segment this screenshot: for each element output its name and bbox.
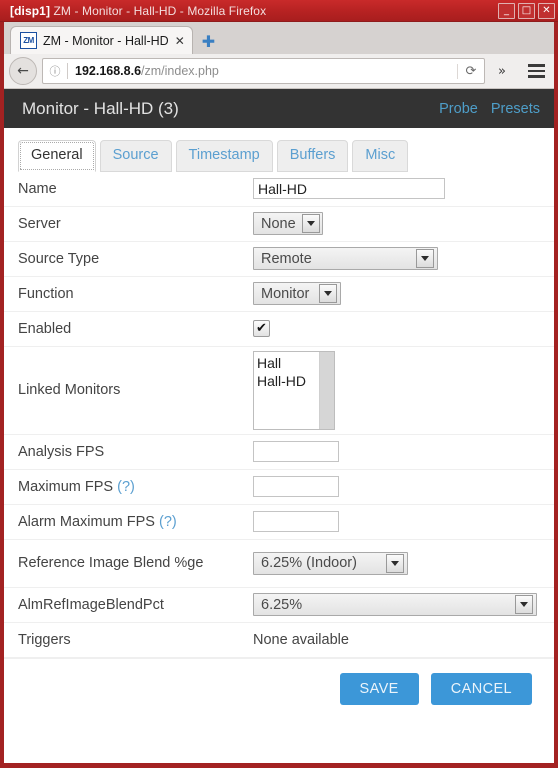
- reference-image-blend-select[interactable]: 6.25% (Indoor): [253, 551, 408, 575]
- close-icon[interactable]: ✕: [538, 2, 555, 19]
- save-button[interactable]: SAVE: [339, 672, 419, 706]
- probe-link[interactable]: Probe: [439, 101, 478, 117]
- row-function: Function Monitor: [4, 277, 554, 312]
- reference-image-blend-value: 6.25% (Indoor): [261, 555, 357, 572]
- alarm-maximum-fps-help-icon[interactable]: (?): [159, 514, 177, 530]
- label-alm-ref-image-blend-pct: AlmRefImageBlendPct: [18, 596, 164, 613]
- listbox-scrollbar[interactable]: [319, 351, 334, 429]
- url-bar[interactable]: ⓘ 192.168.8.6/zm/index.php ⟳: [42, 58, 485, 84]
- label-linked-monitors: Linked Monitors: [18, 382, 121, 399]
- row-enabled: Enabled ✔: [4, 312, 554, 347]
- window-title-prefix: [disp1]: [10, 3, 51, 18]
- row-alarm-maximum-fps: Alarm Maximum FPS (?): [4, 505, 554, 540]
- zm-favicon-icon: ZM: [20, 32, 37, 49]
- reload-icon[interactable]: ⟳: [457, 63, 484, 79]
- label-analysis-fps: Analysis FPS: [18, 443, 105, 460]
- chevron-down-icon: [301, 214, 320, 234]
- tab-strip: ZM ZM - Monitor - Hall-HD ✕ ✚: [4, 22, 554, 54]
- label-alarm-maximum-fps: Alarm Maximum FPS (?): [18, 513, 253, 531]
- label-enabled: Enabled: [18, 320, 72, 337]
- monitor-tab-bar: General Source Timestamp Buffers Misc: [4, 128, 554, 172]
- presets-link[interactable]: Presets: [491, 101, 540, 117]
- url-text: 192.168.8.6/zm/index.php: [68, 64, 457, 78]
- server-select-value: None: [261, 215, 296, 232]
- alarm-maximum-fps-input[interactable]: [253, 511, 339, 533]
- chevron-down-icon: [386, 553, 404, 573]
- analysis-fps-input[interactable]: [253, 441, 339, 463]
- list-item[interactable]: Hall-HD: [257, 372, 319, 390]
- tab-title: ZM - Monitor - Hall-HD: [43, 33, 169, 48]
- label-triggers: Triggers: [18, 631, 71, 648]
- page-title: Monitor - Hall-HD (3): [22, 98, 179, 118]
- function-select[interactable]: Monitor: [253, 282, 341, 306]
- back-arrow-icon[interactable]: ←: [9, 57, 37, 85]
- row-analysis-fps: Analysis FPS: [4, 435, 554, 470]
- tab-misc[interactable]: Misc: [352, 140, 409, 172]
- row-maximum-fps: Maximum FPS (?): [4, 470, 554, 505]
- chevron-double-right-icon[interactable]: »: [490, 64, 514, 79]
- row-reference-image-blend: Reference Image Blend %ge 6.25% (Indoor): [4, 540, 554, 588]
- minimize-icon[interactable]: _: [498, 2, 515, 19]
- navigation-bar: ← ⓘ 192.168.8.6/zm/index.php ⟳ »: [4, 54, 554, 89]
- tab-buffers[interactable]: Buffers: [276, 140, 349, 172]
- url-host: 192.168.8.6: [75, 64, 142, 78]
- chevron-down-icon: [515, 595, 533, 615]
- label-source-type: Source Type: [18, 250, 100, 267]
- source-type-select[interactable]: Remote: [253, 247, 438, 271]
- browser-chrome: ZM ZM - Monitor - Hall-HD ✕ ✚ ← ⓘ 192.16…: [0, 22, 558, 89]
- url-path: /zm/index.php: [141, 64, 219, 78]
- maximum-fps-input[interactable]: [253, 476, 339, 498]
- maximize-icon[interactable]: □: [518, 2, 535, 19]
- name-input[interactable]: [253, 178, 445, 200]
- label-name: Name: [18, 180, 57, 197]
- page-content: Monitor - Hall-HD (3) Probe Presets Gene…: [0, 89, 558, 768]
- window-titlebar: [disp1] ZM - Monitor - Hall-HD - Mozilla…: [0, 0, 558, 22]
- tab-general[interactable]: General: [18, 140, 96, 172]
- triggers-value: None available: [253, 631, 349, 648]
- zm-page-header: Monitor - Hall-HD (3) Probe Presets: [4, 89, 554, 128]
- row-source-type: Source Type Remote: [4, 242, 554, 277]
- site-info-icon[interactable]: ⓘ: [43, 63, 67, 79]
- cancel-button[interactable]: CANCEL: [430, 672, 532, 706]
- enabled-checkbox[interactable]: ✔: [253, 320, 270, 338]
- window-controls: _ □ ✕: [498, 2, 555, 19]
- server-select[interactable]: None: [253, 212, 323, 236]
- label-alarm-maximum-fps-text: Alarm Maximum FPS: [18, 513, 155, 530]
- label-function: Function: [18, 285, 74, 302]
- tab-close-icon[interactable]: ✕: [175, 35, 185, 47]
- row-linked-monitors: Linked Monitors Hall Hall-HD: [4, 347, 554, 435]
- window-title-text: ZM - Monitor - Hall-HD - Mozilla Firefox: [53, 3, 267, 18]
- list-item[interactable]: Hall: [257, 354, 319, 372]
- monitor-general-form: Name Server None Source Type: [4, 172, 554, 763]
- favicon-label: ZM: [23, 35, 34, 45]
- chevron-down-icon: [416, 249, 434, 269]
- tab-timestamp[interactable]: Timestamp: [175, 140, 273, 172]
- linked-monitors-options: Hall Hall-HD: [254, 352, 319, 429]
- tab-source[interactable]: Source: [99, 140, 172, 172]
- header-links: Probe Presets: [439, 101, 540, 117]
- linked-monitors-listbox[interactable]: Hall Hall-HD: [253, 350, 335, 430]
- alm-ref-image-blend-pct-value: 6.25%: [261, 596, 303, 613]
- hamburger-menu-icon[interactable]: [519, 64, 549, 78]
- label-reference-image-blend: Reference Image Blend %ge: [18, 555, 204, 572]
- label-server: Server: [18, 215, 61, 232]
- row-triggers: Triggers None available: [4, 623, 554, 658]
- form-actions: SAVE CANCEL: [4, 657, 554, 706]
- label-maximum-fps: Maximum FPS (?): [18, 478, 253, 496]
- label-maximum-fps-text: Maximum FPS: [18, 478, 114, 495]
- function-select-value: Monitor: [261, 285, 310, 302]
- row-alm-ref-image-blend-pct: AlmRefImageBlendPct 6.25%: [4, 588, 554, 623]
- chevron-down-icon: [319, 284, 337, 304]
- row-server: Server None: [4, 207, 554, 242]
- source-type-select-value: Remote: [261, 250, 312, 267]
- firefox-window: [disp1] ZM - Monitor - Hall-HD - Mozilla…: [0, 0, 558, 768]
- row-name: Name: [4, 172, 554, 207]
- browser-tab-zm[interactable]: ZM ZM - Monitor - Hall-HD ✕: [10, 26, 193, 54]
- window-title: [disp1] ZM - Monitor - Hall-HD - Mozilla…: [10, 4, 498, 18]
- new-tab-icon[interactable]: ✚: [193, 34, 224, 54]
- alm-ref-image-blend-pct-select[interactable]: 6.25%: [253, 593, 537, 617]
- maximum-fps-help-icon[interactable]: (?): [117, 479, 135, 495]
